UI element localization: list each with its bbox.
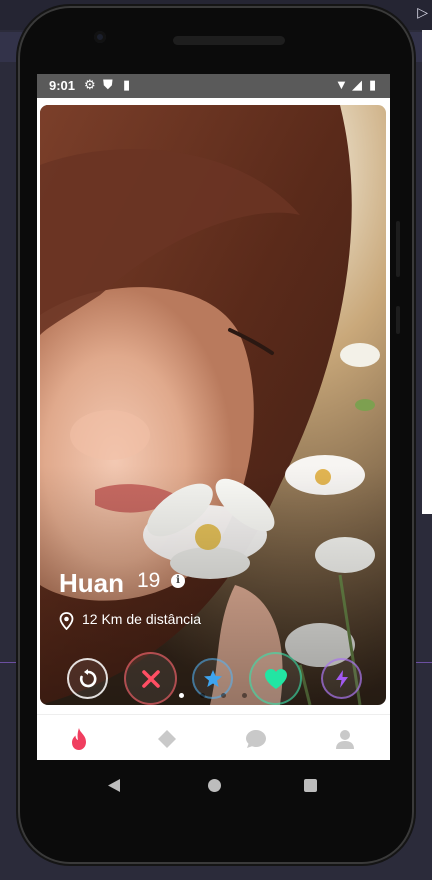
recents-button[interactable] — [304, 779, 317, 792]
close-icon — [141, 669, 160, 688]
app-screen: 9:01 ⚙ ⛊ ▮ ▼ ◢ ▮ Huan 19 i 12 Km de dist… — [37, 74, 390, 760]
tab-discover[interactable] — [67, 727, 91, 751]
shield-icon: ⛊ — [103, 77, 113, 92]
phone-frame: 9:01 ⚙ ⛊ ▮ ▼ ◢ ▮ Huan 19 i 12 Km de dist… — [18, 6, 414, 864]
signal-icon: ◢ — [352, 77, 362, 92]
photo-indicator-dot — [221, 693, 226, 698]
volume-button — [396, 221, 400, 277]
status-bar: 9:01 ⚙ ⛊ ▮ ▼ ◢ ▮ — [37, 74, 390, 98]
heart-icon — [264, 668, 287, 689]
user-icon — [336, 730, 354, 749]
profile-card[interactable]: Huan 19 i 12 Km de distância — [40, 105, 386, 705]
status-time: 9:01 — [49, 78, 76, 93]
back-icon[interactable] — [107, 778, 121, 793]
home-button[interactable] — [208, 779, 221, 792]
profile-age: 19 — [137, 569, 161, 592]
photo-indicator-dot — [242, 693, 247, 698]
rewind-button[interactable] — [67, 658, 108, 699]
photo-indicator-dot — [200, 693, 205, 698]
chat-icon — [246, 730, 266, 748]
info-icon[interactable]: i — [171, 574, 185, 588]
rewind-icon — [79, 668, 96, 687]
tab-explore[interactable] — [155, 727, 179, 751]
sd-card-icon: ▮ — [123, 77, 131, 92]
android-nav-bar — [37, 760, 390, 810]
tab-messages[interactable] — [244, 727, 268, 751]
star-icon — [203, 669, 222, 687]
flame-icon — [72, 728, 86, 750]
battery-icon: ▮ — [369, 77, 377, 92]
nope-button[interactable] — [124, 652, 177, 705]
power-button — [396, 306, 400, 334]
lightning-icon — [335, 669, 348, 688]
profile-distance: 12 Km de distância — [82, 611, 202, 627]
front-camera — [94, 31, 106, 43]
earpiece-speaker — [173, 36, 285, 45]
ide-side-panel — [422, 30, 432, 514]
location-pin-icon — [59, 612, 74, 630]
super-like-button[interactable] — [192, 658, 233, 699]
profile-name: Huan — [59, 568, 124, 598]
wifi-icon: ▼ — [335, 77, 348, 92]
diamond-icon — [158, 730, 176, 748]
like-button[interactable] — [249, 652, 302, 705]
tab-profile[interactable] — [333, 727, 357, 751]
run-icon[interactable]: ▷ — [417, 4, 428, 21]
bottom-tab-bar — [37, 714, 390, 760]
boost-button[interactable] — [321, 658, 362, 699]
photo-indicator-dot-active — [179, 693, 184, 698]
settings-icon: ⚙ — [84, 77, 96, 92]
